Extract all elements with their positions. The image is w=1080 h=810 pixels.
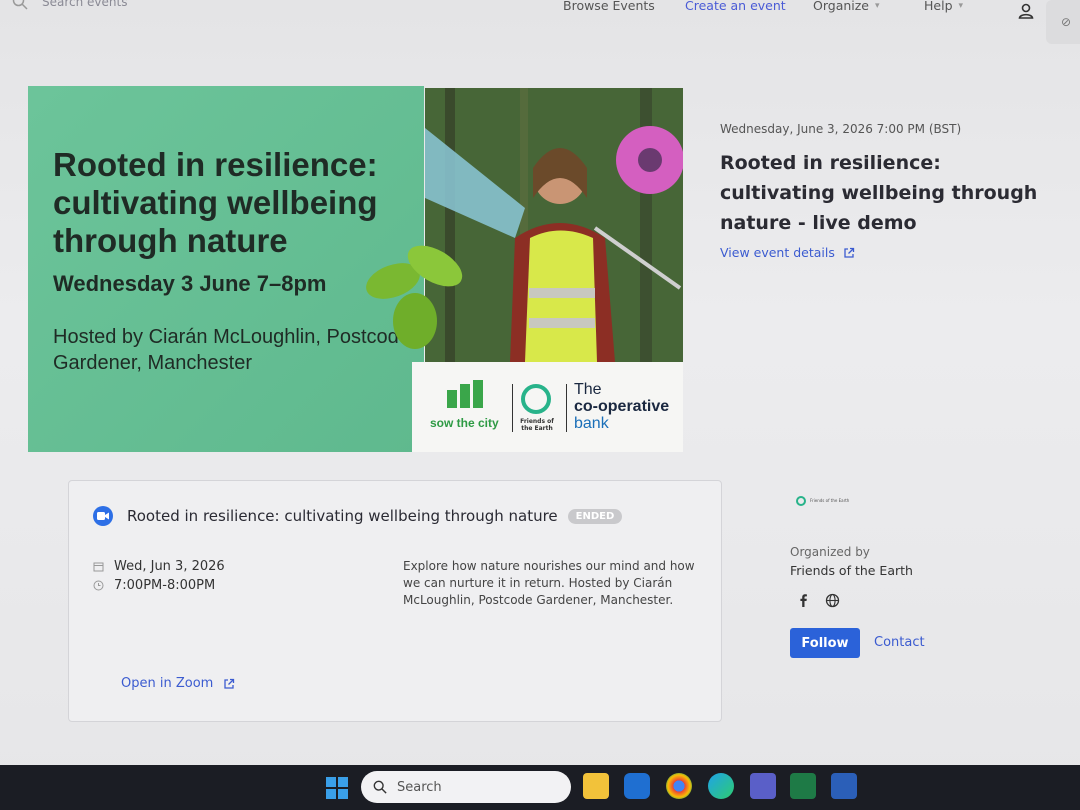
friends-of-the-earth-logo-text: Friends of the Earth [520, 418, 554, 432]
windows-taskbar: Search [0, 765, 1080, 810]
chevron-down-icon: ▾ [875, 0, 880, 11]
outlook-icon[interactable] [624, 773, 650, 799]
banner-date: Wednesday 3 June 7–8pm [53, 271, 327, 296]
file-explorer-icon[interactable] [583, 773, 609, 799]
search-bar[interactable]: Search events [12, 0, 127, 10]
taskbar-search-label: Search [397, 779, 442, 795]
nav-help-label: Help [924, 0, 953, 13]
edge-icon[interactable] [708, 773, 734, 799]
event-banner: Rooted in resilience: cultivating wellbe… [28, 86, 683, 452]
coop-bank: bank [574, 415, 609, 432]
taskbar-search[interactable]: Search [361, 771, 571, 803]
leaf-decoration [366, 245, 463, 349]
event-card: Rooted in resilience: cultivating wellbe… [68, 480, 722, 722]
nav-create-event[interactable]: Create an event [685, 0, 786, 13]
windows-start-icon[interactable] [326, 777, 348, 799]
teams-icon[interactable] [750, 773, 776, 799]
card-header: Rooted in resilience: cultivating wellbe… [93, 506, 623, 526]
organized-by-label: Organized by [790, 545, 870, 559]
search-icon [12, 0, 28, 10]
logo-divider [566, 384, 567, 432]
friends-of-the-earth-logo-icon [521, 384, 551, 414]
coop-name: co-operative [574, 398, 670, 415]
card-description: Explore how nature nourishes our mind an… [403, 559, 695, 607]
banner-title: Rooted in resilience: cultivating wellbe… [53, 146, 378, 259]
coop-the: The [574, 381, 602, 398]
search-placeholder[interactable]: Search events [42, 0, 127, 9]
card-title: Rooted in resilience: cultivating wellbe… [127, 507, 558, 525]
facebook-icon[interactable] [796, 593, 811, 608]
organizer-name: Friends of the Earth [790, 563, 913, 578]
nav-organize[interactable]: Organize ▾ [813, 0, 880, 13]
globe-icon[interactable] [825, 593, 840, 608]
card-date: Wed, Jun 3, 2026 [114, 559, 225, 574]
top-navigation: Search events Browse Events Create an ev… [0, 0, 1080, 44]
contact-link[interactable]: Contact [874, 635, 925, 650]
nav-help[interactable]: Help ▾ [924, 0, 963, 13]
organizer-logo-text: Friends of the Earth [810, 498, 850, 503]
open-in-zoom-label: Open in Zoom [121, 676, 214, 691]
organizer-social-links [796, 593, 840, 608]
status-badge: ENDED [567, 508, 623, 524]
coop-bank-logo: The co-operative bank [574, 381, 669, 432]
external-link-icon [844, 247, 855, 258]
event-datetime: Wednesday, June 3, 2026 7:00 PM (BST) [720, 122, 962, 136]
nav-browse-events[interactable]: Browse Events [563, 0, 655, 13]
friends-of-the-earth-logo-icon [796, 496, 806, 506]
calendar-icon [93, 562, 104, 572]
nav-browse-label: Browse Events [563, 0, 655, 13]
open-in-zoom-link[interactable]: Open in Zoom [121, 676, 235, 691]
sponsor-logos: sow the city Friends of the Earth The co… [412, 362, 683, 452]
view-event-details-link[interactable]: View event details [720, 245, 855, 260]
excel-icon[interactable] [790, 773, 816, 799]
nav-create-label: Create an event [685, 0, 786, 13]
sowthecity-logo-text: sow the city [430, 416, 499, 430]
logo-divider [512, 384, 513, 432]
clock-icon [93, 580, 104, 591]
follow-button[interactable]: Follow [790, 628, 860, 658]
view-event-details-label: View event details [720, 245, 835, 260]
nav-organize-label: Organize [813, 0, 869, 13]
chevron-down-icon: ▾ [958, 0, 964, 11]
search-icon [373, 780, 387, 794]
sowthecity-logo-icon [447, 380, 483, 408]
gauge-icon: ⊘ [1060, 15, 1072, 29]
zoom-icon [93, 506, 113, 526]
word-icon[interactable] [831, 773, 857, 799]
card-time: 7:00PM-8:00PM [114, 578, 216, 593]
user-icon[interactable] [1017, 2, 1035, 20]
chrome-icon[interactable] [666, 773, 692, 799]
banner-host: Hosted by Ciarán McLoughlin, Postcode Ga… [53, 326, 410, 374]
external-link-icon [224, 678, 235, 689]
card-datetime: Wed, Jun 3, 2026 7:00PM-8:00PM [93, 557, 225, 595]
side-panel-button[interactable]: ⊘ [1046, 0, 1080, 44]
event-title: Rooted in resilience: cultivating wellbe… [720, 152, 1038, 234]
organizer-logo[interactable]: Friends of the Earth [796, 496, 849, 506]
